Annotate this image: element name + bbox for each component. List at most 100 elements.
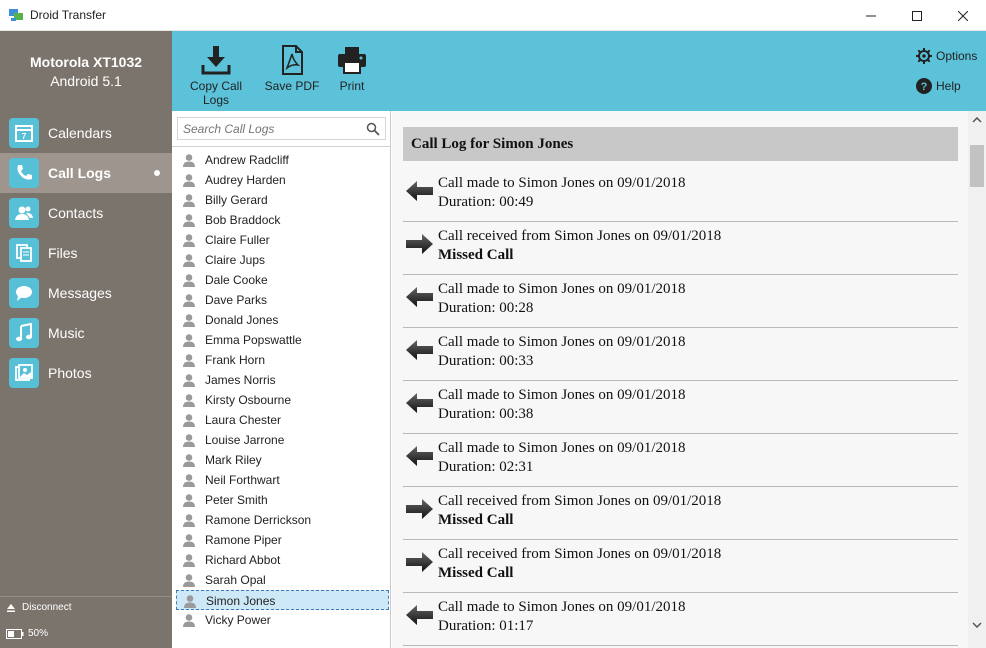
call-description: Call made to Simon Jones on 09/01/2018 (438, 440, 686, 456)
contact-name: Richard Abbot (205, 553, 281, 567)
call-duration: Duration: 00:49 (438, 194, 534, 210)
contact-list-item[interactable]: Vicky Power (176, 610, 389, 630)
call-log-entry: Call received from Simon Jones on 09/01/… (403, 222, 958, 275)
person-icon (183, 534, 195, 547)
scroll-thumb[interactable] (970, 145, 984, 187)
call-duration: Duration: 02:31 (438, 459, 534, 475)
device-name: Motorola XT1032 (29, 54, 143, 70)
call-description: Call received from Simon Jones on 09/01/… (438, 228, 722, 244)
scroll-down-button[interactable] (968, 616, 986, 634)
contact-name: Claire Jups (205, 253, 266, 267)
outgoing-call-arrow-icon (406, 393, 433, 413)
disconnect-button[interactable]: Disconnect (6, 602, 71, 613)
call-description: Call made to Simon Jones on 09/01/2018 (438, 175, 686, 191)
search-input[interactable] (178, 118, 363, 139)
contact-list-item[interactable]: Peter Smith (176, 490, 389, 510)
contact-list-item[interactable]: Audrey Harden (176, 170, 389, 190)
sidebar-item-photos[interactable]: Photos (0, 353, 172, 393)
sidebar-item-label: Messages (48, 285, 112, 301)
contact-list-item[interactable]: Dave Parks (176, 290, 389, 310)
print-label: Print (339, 79, 365, 93)
contact-list-item[interactable]: Billy Gerard (176, 190, 389, 210)
sidebar-item-label: Files (48, 245, 78, 261)
detail-scrollbar[interactable] (968, 111, 986, 648)
contact-list-item[interactable]: Ramone Piper (176, 530, 389, 550)
contact-list-item[interactable]: Neil Forthwart (176, 470, 389, 490)
close-button[interactable] (940, 0, 986, 31)
help-button[interactable]: ? Help (916, 78, 961, 94)
contact-name: Andrew Radcliff (205, 153, 289, 167)
outgoing-call-arrow-icon (406, 340, 433, 360)
person-icon (183, 294, 195, 307)
incoming-call-arrow-icon (406, 552, 433, 572)
search-icon[interactable] (366, 122, 380, 136)
contact-list-item[interactable]: Richard Abbot (176, 550, 389, 570)
contact-list-item[interactable]: Sarah Opal (176, 570, 389, 590)
copy-call-logs-button[interactable]: Copy Call Logs (176, 45, 256, 107)
sidebar-item-messages[interactable]: Messages (0, 273, 172, 313)
files-icon (9, 238, 39, 268)
toolbar: Copy Call Logs Save PDF Print Options ? … (172, 31, 986, 111)
download-icon (201, 46, 231, 75)
sidebar-item-contacts[interactable]: Contacts (0, 193, 172, 233)
call-duration: Duration: 01:17 (438, 618, 534, 634)
outgoing-call-arrow-icon (406, 287, 433, 307)
minimize-button[interactable] (848, 0, 894, 31)
maximize-button[interactable] (894, 0, 940, 31)
contact-list-item[interactable]: Frank Horn (176, 350, 389, 370)
person-icon (183, 194, 195, 207)
person-icon (183, 174, 195, 187)
contact-name: Vicky Power (205, 613, 271, 627)
contact-list-item[interactable]: Claire Jups (176, 250, 389, 270)
call-description: Call received from Simon Jones on 09/01/… (438, 493, 722, 509)
svg-text:7: 7 (22, 132, 27, 141)
divider (172, 146, 391, 147)
call-duration: Duration: 00:38 (438, 406, 534, 422)
contact-list-item[interactable]: Bob Braddock (176, 210, 389, 230)
outgoing-call-arrow-icon (406, 446, 433, 466)
contact-list-item[interactable]: Kirsty Osbourne (176, 390, 389, 410)
person-icon (183, 154, 195, 167)
options-button[interactable]: Options (916, 48, 977, 64)
messages-icon (9, 278, 39, 308)
contact-name: Mark Riley (205, 453, 262, 467)
sidebar-item-calendars[interactable]: 7 Calendars (0, 113, 172, 153)
contact-list-item[interactable]: Emma Popswattle (176, 330, 389, 350)
missed-call-label: Missed Call (438, 512, 514, 528)
person-icon (184, 595, 196, 608)
person-icon (183, 574, 195, 587)
music-icon (9, 318, 39, 348)
contact-list-item[interactable]: Claire Fuller (176, 230, 389, 250)
incoming-call-arrow-icon (406, 234, 433, 254)
contact-list-item[interactable]: Louise Jarrone (176, 430, 389, 450)
contact-name: Audrey Harden (205, 173, 286, 187)
divider (0, 596, 172, 597)
pdf-icon (282, 45, 303, 75)
call-log-entry: Call made to Simon Jones on 09/01/2018 Du… (403, 328, 958, 381)
maximize-icon (912, 10, 922, 21)
contact-list-item[interactable]: Andrew Radcliff (176, 150, 389, 170)
person-icon (183, 554, 195, 567)
contact-list-item[interactable]: Mark Riley (176, 450, 389, 470)
contact-name: James Norris (205, 373, 276, 387)
contact-list-item[interactable]: Dale Cooke (176, 270, 389, 290)
contact-list-item[interactable]: Donald Jones (176, 310, 389, 330)
contact-list-item[interactable]: James Norris (176, 370, 389, 390)
call-log-entry: Call received from Simon Jones on 09/01/… (403, 540, 958, 593)
help-icon: ? (916, 78, 932, 94)
sidebar-item-files[interactable]: Files (0, 233, 172, 273)
contact-list-item[interactable]: Laura Chester (176, 410, 389, 430)
scroll-up-button[interactable] (968, 111, 986, 129)
contact-name: Emma Popswattle (205, 333, 302, 347)
print-button[interactable]: Print (328, 45, 376, 93)
call-log-detail: Call Log for Simon Jones Call made to Si… (392, 111, 986, 648)
person-icon (183, 514, 195, 527)
sidebar-item-label: Call Logs (48, 165, 112, 181)
call-description: Call made to Simon Jones on 09/01/2018 (438, 334, 686, 350)
contact-list-item[interactable]: Simon Jones (176, 590, 389, 610)
sidebar-item-music[interactable]: Music (0, 313, 172, 353)
person-icon (183, 414, 195, 427)
contact-list-item[interactable]: Ramone Derrickson (176, 510, 389, 530)
save-pdf-button[interactable]: Save PDF (264, 45, 320, 93)
sidebar-item-call-logs[interactable]: Call Logs (0, 153, 172, 193)
